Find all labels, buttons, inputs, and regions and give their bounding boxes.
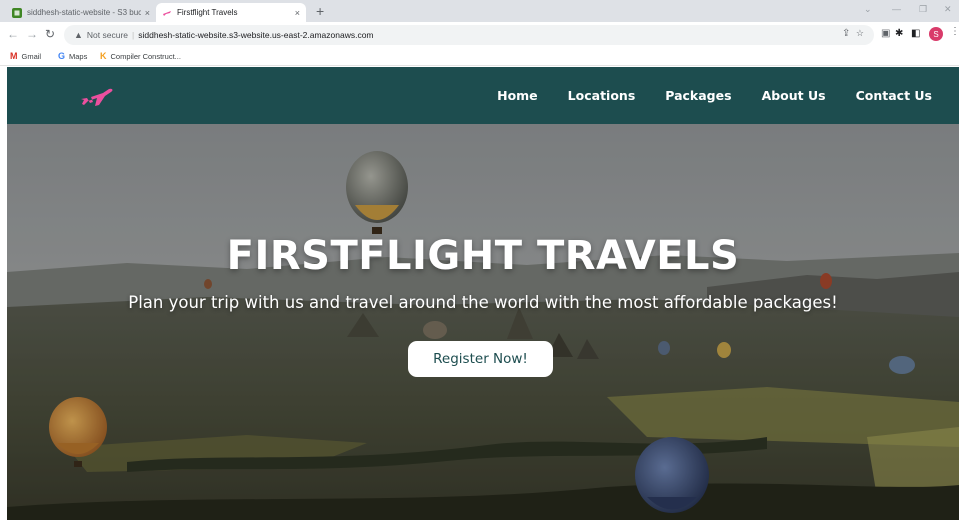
web-page: Home Locations Packages About Us Contact… xyxy=(7,67,959,520)
nav-home[interactable]: Home xyxy=(497,88,538,103)
share-icon[interactable]: ⇪ xyxy=(842,28,850,39)
tab-s3-bucket[interactable]: siddhesh-static-website - S3 buck × xyxy=(6,3,156,22)
reload-icon[interactable]: ↻ xyxy=(45,27,55,41)
window-close-icon[interactable]: ✕ xyxy=(944,4,952,15)
main-nav: Home Locations Packages About Us Contact… xyxy=(497,67,932,124)
url-text: siddhesh-static-website.s3-website.us-ea… xyxy=(138,30,374,40)
nav-locations[interactable]: Locations xyxy=(568,88,636,103)
s3-favicon-icon xyxy=(12,7,22,18)
bookmark-maps[interactable]: G Maps xyxy=(58,51,87,61)
new-tab-button[interactable]: + xyxy=(316,3,324,19)
extension-icon[interactable]: ▣ xyxy=(881,28,890,39)
tab-title: siddhesh-static-website - S3 buck xyxy=(27,8,141,17)
google-icon: G xyxy=(58,51,66,61)
security-status: Not secure xyxy=(86,30,129,40)
nav-about-us[interactable]: About Us xyxy=(762,88,826,103)
warning-icon: ▲ xyxy=(74,30,83,40)
address-toolbar: ← → ↻ ▲ Not secure | siddhesh-static-web… xyxy=(0,22,959,48)
tab-title: Firstflight Travels xyxy=(177,8,238,17)
address-bar[interactable]: ▲ Not secure | siddhesh-static-website.s… xyxy=(64,25,874,45)
compiler-icon: K xyxy=(100,51,107,61)
bookmark-compiler[interactable]: K Compiler Construct... xyxy=(100,51,181,61)
plane-favicon-icon xyxy=(163,10,171,16)
bookmark-star-icon[interactable]: ☆ xyxy=(856,28,864,39)
forward-icon[interactable]: → xyxy=(26,27,38,41)
side-panel-icon[interactable]: ◧ xyxy=(911,28,920,39)
bookmark-label: Gmail xyxy=(21,51,42,61)
bookmark-gmail[interactable]: M Gmail xyxy=(10,51,41,61)
bookmarks-bar: M Gmail G Maps K Compiler Construct... xyxy=(0,48,959,66)
puzzle-icon[interactable]: ✱ xyxy=(895,28,903,39)
menu-icon[interactable]: ⋮ xyxy=(950,26,959,37)
hero-title: FIRSTFLIGHT TRAVELS xyxy=(226,233,740,279)
site-navbar: Home Locations Packages About Us Contact… xyxy=(7,67,959,124)
gmail-icon: M xyxy=(10,51,18,61)
tab-search-icon[interactable]: ⌄ xyxy=(864,4,872,15)
close-tab-icon[interactable]: × xyxy=(145,8,150,18)
minimize-icon[interactable]: — xyxy=(892,4,901,14)
hero-subtitle: Plan your trip with us and travel around… xyxy=(128,293,838,312)
bookmark-label: Maps xyxy=(69,51,88,61)
register-now-button[interactable]: Register Now! xyxy=(408,341,553,377)
tab-firstflight-travels[interactable]: Firstflight Travels × xyxy=(156,3,306,22)
nav-contact-us[interactable]: Contact Us xyxy=(856,88,932,103)
divider: | xyxy=(132,30,135,40)
plane-logo-icon[interactable] xyxy=(79,84,115,108)
back-icon[interactable]: ← xyxy=(7,27,19,41)
restore-icon[interactable]: ❐ xyxy=(919,4,927,15)
browser-tab-strip: siddhesh-static-website - S3 buck × Firs… xyxy=(0,0,959,22)
close-tab-icon[interactable]: × xyxy=(295,8,300,18)
profile-avatar[interactable]: S xyxy=(929,27,943,41)
nav-packages[interactable]: Packages xyxy=(665,88,731,103)
bookmark-label: Compiler Construct... xyxy=(110,51,181,61)
